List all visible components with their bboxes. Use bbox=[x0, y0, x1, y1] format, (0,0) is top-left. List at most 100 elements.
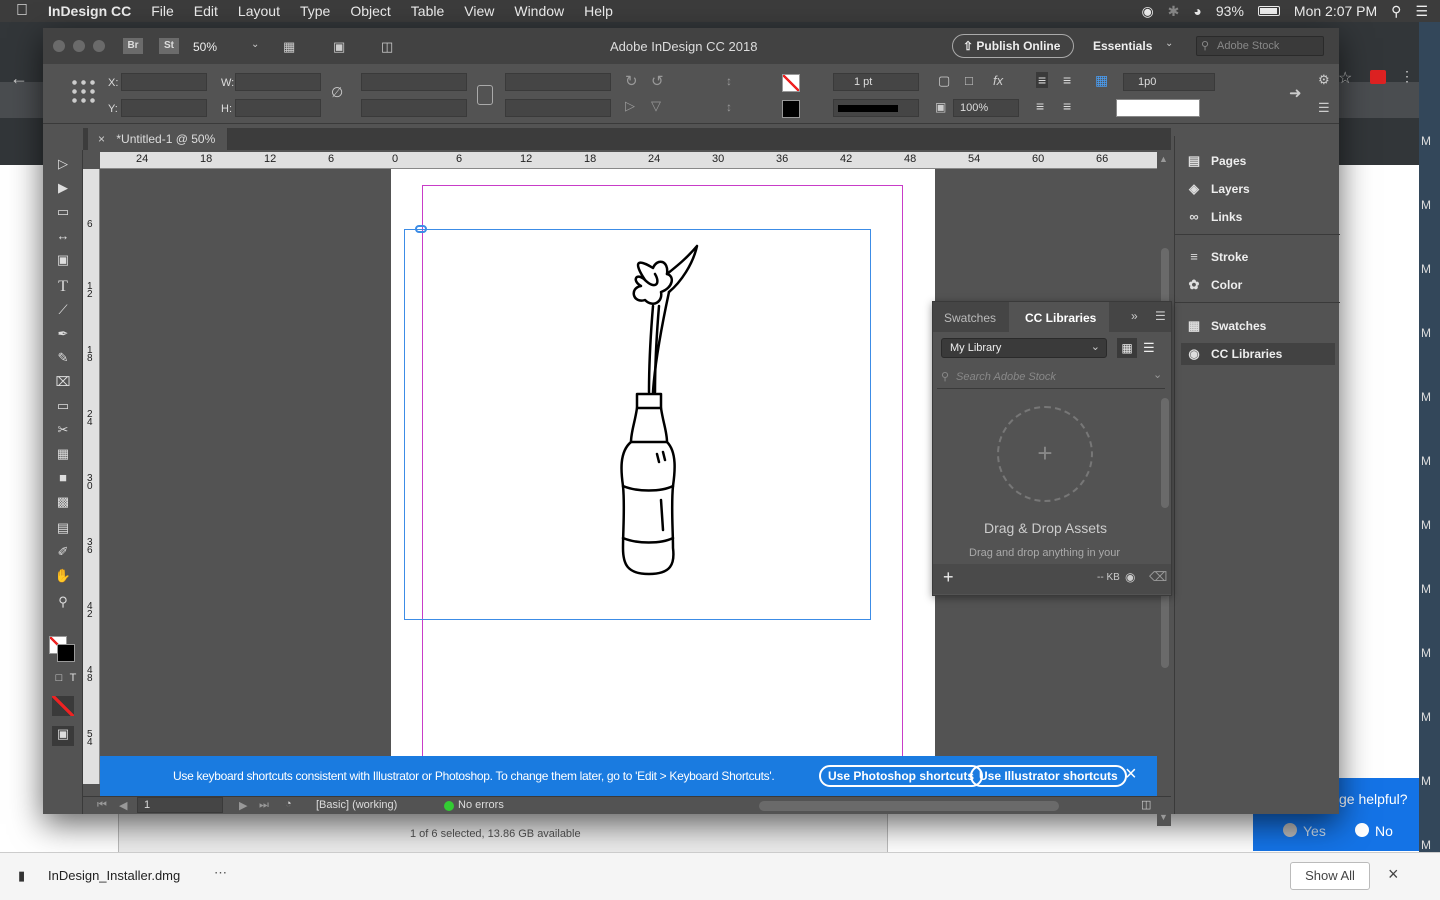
distribute-icon[interactable]: ≡ bbox=[1063, 72, 1071, 88]
select-content-icon[interactable]: ↕ bbox=[726, 100, 732, 114]
text-wrap-icon[interactable]: ▢ bbox=[938, 73, 950, 89]
prev-page-icon[interactable]: ◀ bbox=[119, 799, 127, 812]
y-field[interactable] bbox=[121, 99, 207, 117]
apply-none-icon[interactable] bbox=[52, 696, 74, 716]
stock-search-field[interactable]: ⚲ Adobe Stock bbox=[1196, 36, 1324, 56]
quick-apply-icon[interactable]: ➜ bbox=[1289, 84, 1302, 102]
close-downloads-icon[interactable]: × bbox=[1388, 864, 1399, 885]
use-illustrator-shortcuts-button[interactable]: Use Illustrator shortcuts bbox=[970, 765, 1127, 787]
scale-x-field[interactable] bbox=[361, 73, 467, 91]
h-field[interactable] bbox=[235, 99, 321, 117]
rotate-cw-icon[interactable]: ↻ bbox=[625, 72, 638, 90]
menu-view[interactable]: View bbox=[454, 0, 504, 22]
bottle-flower-drawing[interactable] bbox=[405, 230, 872, 621]
workspace-switcher[interactable]: Essentials bbox=[1093, 39, 1152, 53]
fill-swatch-icon[interactable] bbox=[782, 74, 800, 92]
flip-horizontal-icon[interactable]: ▷ bbox=[625, 98, 635, 114]
preflight-errors[interactable]: No errors bbox=[458, 799, 504, 811]
align-icon[interactable]: ≡ bbox=[1036, 72, 1049, 88]
gap-field[interactable]: 1p0 bbox=[1123, 73, 1215, 91]
control-panel-menu-icon[interactable]: ☰ bbox=[1318, 100, 1330, 116]
hscroll-thumb[interactable] bbox=[759, 801, 1059, 811]
creative-cloud-icon[interactable]: ◉ bbox=[1141, 3, 1153, 20]
corner-options-icon[interactable]: □ bbox=[965, 73, 973, 88]
line-tool-icon[interactable]: ⟋ bbox=[53, 302, 73, 320]
bluetooth-icon[interactable]: ✱ bbox=[1168, 3, 1180, 20]
sync-icon[interactable]: ◉ bbox=[1125, 570, 1135, 584]
note-tool-icon[interactable]: ▤ bbox=[53, 520, 73, 538]
opacity-icon[interactable]: ▣ bbox=[935, 100, 946, 114]
no-label[interactable]: No bbox=[1375, 823, 1393, 839]
type-tool-icon[interactable]: T bbox=[53, 278, 73, 296]
close-window-button[interactable] bbox=[53, 40, 65, 52]
formatting-text-icon[interactable]: T bbox=[63, 672, 83, 690]
wifi-icon[interactable]: ◕ bbox=[1193, 3, 1201, 19]
pen-tool-icon[interactable]: ✒ bbox=[53, 326, 73, 344]
graphic-frame[interactable] bbox=[404, 225, 872, 621]
free-transform-tool-icon[interactable]: ▦ bbox=[53, 446, 73, 464]
tab-cc-libraries[interactable]: CC Libraries bbox=[1009, 302, 1109, 332]
zoom-dropdown-icon[interactable]: ⌄ bbox=[251, 39, 259, 50]
constrain-scale-icon[interactable] bbox=[477, 85, 493, 105]
workspace-dropdown-icon[interactable]: ⌄ bbox=[1165, 38, 1173, 49]
menu-table[interactable]: Table bbox=[401, 0, 454, 22]
add-asset-icon[interactable]: + bbox=[943, 567, 954, 588]
next-page-icon[interactable]: ▶ bbox=[239, 799, 247, 812]
links-panel-button[interactable]: ∞ Links bbox=[1181, 206, 1335, 228]
fill-stroke-icon[interactable] bbox=[49, 636, 75, 662]
extension-icon[interactable] bbox=[1370, 70, 1386, 84]
cc-scrollbar[interactable] bbox=[1161, 398, 1169, 508]
page-tool-icon[interactable]: ▭ bbox=[53, 204, 73, 222]
close-tab-icon[interactable]: × bbox=[98, 132, 105, 146]
rotate-ccw-icon[interactable]: ↺ bbox=[651, 72, 664, 90]
notification-center-icon[interactable]: ☰ bbox=[1415, 3, 1428, 20]
last-page-icon[interactable]: ⏭ bbox=[259, 799, 269, 812]
preflight-profile[interactable]: [Basic] (working) bbox=[316, 799, 397, 811]
select-container-icon[interactable]: ↕ bbox=[726, 74, 732, 88]
bookmark-star-icon[interactable]: ☆ bbox=[1338, 68, 1352, 88]
clock[interactable]: Mon 2:07 PM bbox=[1294, 3, 1377, 19]
effects-icon[interactable]: fx bbox=[993, 73, 1003, 88]
stroke-weight-field[interactable]: 1 pt bbox=[833, 73, 919, 91]
tab-swatches[interactable]: Swatches bbox=[944, 311, 996, 325]
arrange-documents-icon[interactable]: ◫ bbox=[381, 39, 393, 55]
screen-mode-tool-icon[interactable]: ▣ bbox=[52, 726, 74, 746]
menu-help[interactable]: Help bbox=[574, 0, 623, 22]
pencil-tool-icon[interactable]: ✎ bbox=[53, 350, 73, 368]
menu-layout[interactable]: Layout bbox=[228, 0, 290, 22]
gap-tool-icon[interactable]: ↔ bbox=[53, 228, 73, 246]
list-view-icon[interactable]: ☰ bbox=[1143, 340, 1155, 356]
hand-tool-icon[interactable]: ✋ bbox=[53, 568, 73, 586]
gradient-feather-tool-icon[interactable]: ▩ bbox=[53, 494, 73, 512]
browser-menu-icon[interactable]: ⋮ bbox=[1400, 68, 1414, 85]
object-style-dropdown[interactable] bbox=[1116, 99, 1200, 117]
eyedropper-tool-icon[interactable]: ✐ bbox=[53, 544, 73, 562]
reference-point-icon[interactable] bbox=[70, 78, 98, 106]
scroll-up-icon[interactable]: ▲ bbox=[1159, 154, 1168, 164]
download-filename[interactable]: InDesign_Installer.dmg bbox=[48, 868, 180, 883]
cc-libraries-panel-button[interactable]: ◉ CC Libraries bbox=[1181, 343, 1335, 365]
vertical-ruler[interactable]: 6 1 2 1 8 2 4 3 0 3 6 4 2 4 8 5 4 bbox=[83, 169, 100, 784]
view-options-icon[interactable]: ▦ bbox=[283, 39, 295, 55]
delete-icon[interactable]: ⌫ bbox=[1149, 569, 1167, 585]
publish-online-button[interactable]: ⇧ Publish Online bbox=[952, 34, 1074, 58]
stroke-panel-button[interactable]: ≡ Stroke bbox=[1181, 246, 1335, 268]
menu-file[interactable]: File bbox=[141, 0, 184, 22]
page-number-field[interactable]: 1 bbox=[137, 797, 223, 813]
opacity-field[interactable]: 100% bbox=[953, 99, 1019, 117]
yes-label[interactable]: Yes bbox=[1303, 823, 1326, 839]
stroke-type-dropdown[interactable] bbox=[833, 99, 919, 117]
grid-view-icon[interactable]: ▦ bbox=[1117, 338, 1137, 358]
stroke-swatch-icon[interactable] bbox=[782, 100, 800, 118]
apple-icon[interactable]:  bbox=[0, 0, 38, 22]
zoom-level[interactable]: 50% bbox=[193, 40, 217, 54]
split-window-icon[interactable]: ◫ bbox=[1141, 798, 1151, 811]
battery-percent[interactable]: 93% bbox=[1216, 3, 1244, 19]
scissors-tool-icon[interactable]: ✂ bbox=[53, 422, 73, 440]
swatches-panel-button[interactable]: ▦ Swatches bbox=[1181, 315, 1335, 337]
menu-window[interactable]: Window bbox=[504, 0, 574, 22]
zoom-tool-icon[interactable]: ⚲ bbox=[53, 594, 73, 612]
rectangle-tool-icon[interactable]: ▭ bbox=[53, 398, 73, 416]
preflight-icon[interactable]: ◔ bbox=[285, 798, 292, 810]
horizontal-ruler[interactable]: 24 18 12 6 0 6 12 18 24 30 36 42 48 54 6… bbox=[100, 152, 1157, 169]
